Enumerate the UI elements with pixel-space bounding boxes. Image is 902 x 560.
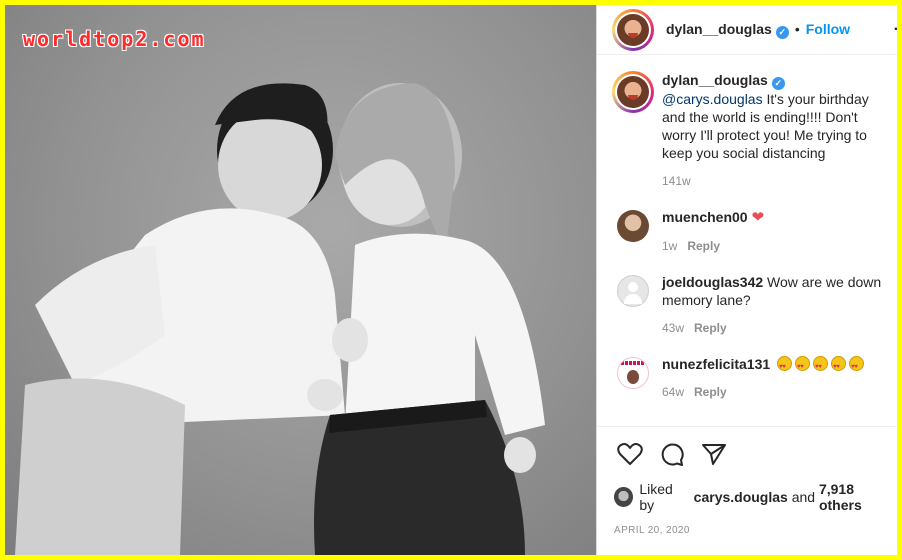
follow-button[interactable]: Follow [806, 21, 850, 37]
header-username[interactable]: dylan__douglas [666, 21, 772, 37]
reply-button[interactable]: Reply [687, 239, 720, 253]
default-avatar-icon[interactable] [617, 275, 649, 307]
comment-age: 43w [662, 321, 685, 335]
author-avatar[interactable] [612, 8, 654, 51]
red-heart-emoji-icon: ❤ [751, 209, 765, 226]
post-actions: Liked by carys.douglas and 7,918 others … [597, 426, 897, 555]
liked-by-and: and [791, 489, 816, 505]
watermark-text: worldtop2.com [23, 27, 206, 51]
caption-age: 141w [662, 174, 691, 188]
comment-icon[interactable] [659, 442, 685, 466]
screenshot-frame: worldtop2.com dylan__douglas✓•Follow · [5, 5, 897, 555]
comment-row: joeldouglas342 Wow are we down memory la… [612, 273, 897, 337]
commenter-avatar[interactable] [617, 210, 649, 242]
verified-badge-icon: ✓ [771, 77, 785, 90]
reply-button[interactable]: Reply [694, 385, 727, 399]
likes-count[interactable]: 7,918 others [819, 481, 897, 513]
heart-eyes-emoji-icon [774, 356, 865, 376]
liked-by-line: Liked by carys.douglas and 7,918 others [614, 481, 897, 513]
liked-by-prefix: Liked by [639, 481, 673, 513]
post-sidebar: dylan__douglas✓•Follow · dylan__douglas✓… [596, 5, 897, 555]
comment-username[interactable]: joeldouglas342 [662, 274, 763, 290]
more-options-icon[interactable]: · [894, 21, 897, 39]
separator-dot: • [794, 20, 800, 37]
liker-avatar[interactable] [614, 487, 634, 507]
comments-section: dylan__douglas ✓ @carys.douglas It's your… [597, 55, 897, 401]
caption-meta: 141w [662, 172, 886, 190]
caption-mention[interactable]: @carys.douglas [662, 91, 763, 107]
reply-button[interactable]: Reply [694, 321, 727, 335]
photo-illustration [15, 83, 545, 555]
avatar-image [617, 13, 649, 46]
commenter-avatar[interactable] [617, 357, 649, 389]
comment-username[interactable]: nunezfelicita131 [662, 356, 770, 372]
caption-username[interactable]: dylan__douglas [662, 72, 768, 88]
post-header: dylan__douglas✓ • Follow · [597, 5, 897, 55]
comment-username[interactable]: muenchen00 [662, 209, 748, 225]
liked-by-user[interactable]: carys.douglas [694, 489, 788, 505]
comment-age: 1w [662, 239, 678, 253]
caption-row: dylan__douglas ✓ @carys.douglas It's your… [612, 71, 897, 190]
caption-avatar[interactable] [612, 71, 654, 113]
heart-icon[interactable] [617, 442, 643, 466]
verified-badge-icon: ✓ [775, 25, 789, 39]
comment-row: nunezfelicita131 64w Reply [612, 355, 897, 401]
post-photo[interactable]: worldtop2.com [5, 5, 596, 555]
share-icon[interactable] [701, 442, 727, 466]
comment-row: muenchen00 ❤ 1w Reply [612, 208, 897, 255]
avatar-image [617, 76, 649, 108]
post-date: APRIL 20, 2020 [614, 525, 690, 536]
comment-age: 64w [662, 385, 685, 399]
